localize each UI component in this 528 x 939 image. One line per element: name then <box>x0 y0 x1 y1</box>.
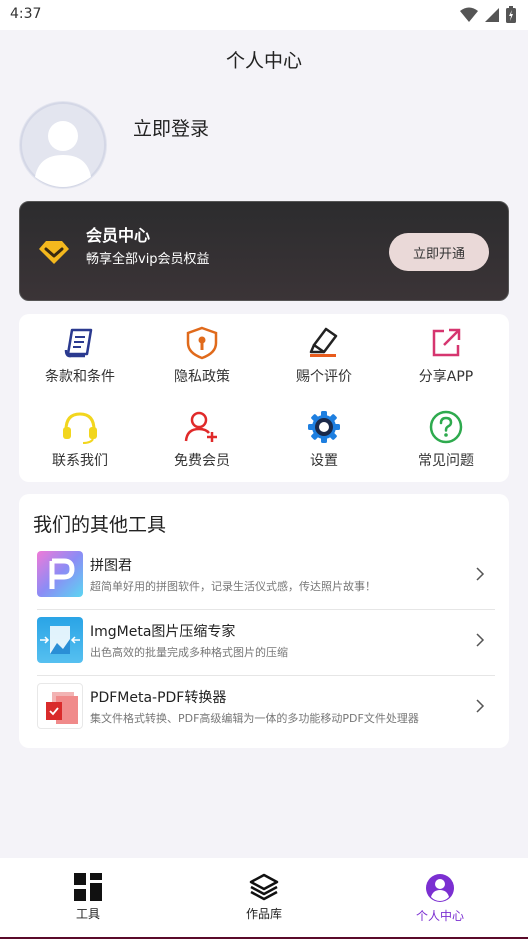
tool-row-pdfmeta[interactable]: PDFMeta-PDF转换器 集文件格式转换、PDF高级编辑为一体的多功能移动P… <box>37 674 497 738</box>
menu-item-settings[interactable]: 设置 <box>263 398 385 478</box>
grid-icon <box>74 873 102 901</box>
menu-item-faq[interactable]: 常见问题 <box>385 398 507 478</box>
battery-icon <box>506 6 516 23</box>
tab-profile[interactable]: 个人中心 <box>352 858 528 937</box>
page-title: 个人中心 <box>225 50 302 72</box>
menu-item-privacy[interactable]: 隐私政策 <box>141 314 263 394</box>
pdfmeta-app-icon <box>37 683 83 729</box>
chevron-right-icon <box>476 699 485 713</box>
menu-item-terms[interactable]: 条款和条件 <box>19 314 141 394</box>
vip-subtitle: 畅享全部vip会员权益 <box>86 252 210 267</box>
tab-label: 工具 <box>75 907 100 921</box>
menu-label: 联系我们 <box>52 453 108 469</box>
activate-vip-button[interactable]: 立即开通 <box>389 233 489 271</box>
tool-row-imgmeta[interactable]: ImgMeta图片压缩专家 出色高效的批量完成多种格式图片的压缩 <box>37 608 497 672</box>
menu-label: 常见问题 <box>418 453 474 469</box>
menu-item-rate[interactable]: 赐个评价 <box>263 314 385 394</box>
diamond-icon <box>39 241 69 264</box>
tab-label: 作品库 <box>245 907 282 921</box>
menu-label: 赐个评价 <box>296 369 352 385</box>
menu-item-free-vip[interactable]: 免费会员 <box>141 398 263 478</box>
bottom-tab-bar: 工具 作品库 个人中心 <box>0 858 528 939</box>
wifi-icon <box>460 7 478 22</box>
headset-icon <box>63 412 97 444</box>
gear-icon <box>308 411 340 443</box>
tool-description: 集文件格式转换、PDF高级编辑为一体的多功能移动PDF文件处理器 <box>90 712 419 725</box>
tool-name: PDFMeta-PDF转换器 <box>90 690 227 706</box>
user-circle-icon <box>426 874 454 902</box>
question-icon <box>429 410 463 444</box>
shield-lock-icon <box>186 326 218 360</box>
menu-label: 条款和条件 <box>45 369 115 385</box>
imgmeta-app-icon <box>37 617 83 663</box>
status-icons <box>460 6 516 23</box>
external-link-icon <box>432 328 461 357</box>
layers-icon <box>249 873 279 901</box>
other-tools-card: 我们的其他工具 拼图君 超简单好用的拼图软件，记录生活仪式感，传达照片故事！ I… <box>19 494 509 748</box>
tool-description: 出色高效的批量完成多种格式图片的压缩 <box>90 646 288 659</box>
tab-tools[interactable]: 工具 <box>0 858 176 937</box>
menu-item-share[interactable]: 分享APP <box>385 314 507 394</box>
vip-card[interactable]: 会员中心 畅享全部vip会员权益 立即开通 <box>19 201 509 301</box>
menu-item-contact[interactable]: 联系我们 <box>19 398 141 478</box>
tool-name: 拼图君 <box>90 558 132 574</box>
login-link[interactable]: 立即登录 <box>133 114 209 141</box>
menu-label: 免费会员 <box>174 453 230 469</box>
section-title: 我们的其他工具 <box>33 514 167 536</box>
user-placeholder-icon <box>20 102 106 188</box>
tool-row-pintu[interactable]: 拼图君 超简单好用的拼图软件，记录生活仪式感，传达照片故事！ <box>37 542 497 606</box>
menu-label: 设置 <box>310 453 338 469</box>
document-icon <box>64 328 93 358</box>
avatar[interactable] <box>19 101 107 189</box>
chevron-right-icon <box>476 633 485 647</box>
tab-label: 个人中心 <box>415 909 464 923</box>
vip-title: 会员中心 <box>86 226 151 245</box>
status-time: 4:37 <box>10 6 42 22</box>
chevron-right-icon <box>476 567 485 581</box>
eraser-pen-icon <box>309 327 338 357</box>
tool-name: ImgMeta图片压缩专家 <box>90 624 236 640</box>
pintu-app-icon <box>37 551 83 597</box>
add-user-icon <box>184 411 217 442</box>
signal-icon <box>485 7 499 22</box>
tool-description: 超简单好用的拼图软件，记录生活仪式感，传达照片故事！ <box>90 580 376 593</box>
menu-card: 条款和条件 隐私政策 赐个评价 分享APP 联系我们 免费会员 设置 常见问题 <box>19 314 509 482</box>
status-bar: 4:37 <box>0 0 528 30</box>
tab-gallery[interactable]: 作品库 <box>176 858 352 937</box>
menu-label: 隐私政策 <box>174 369 230 385</box>
menu-label: 分享APP <box>418 369 474 385</box>
